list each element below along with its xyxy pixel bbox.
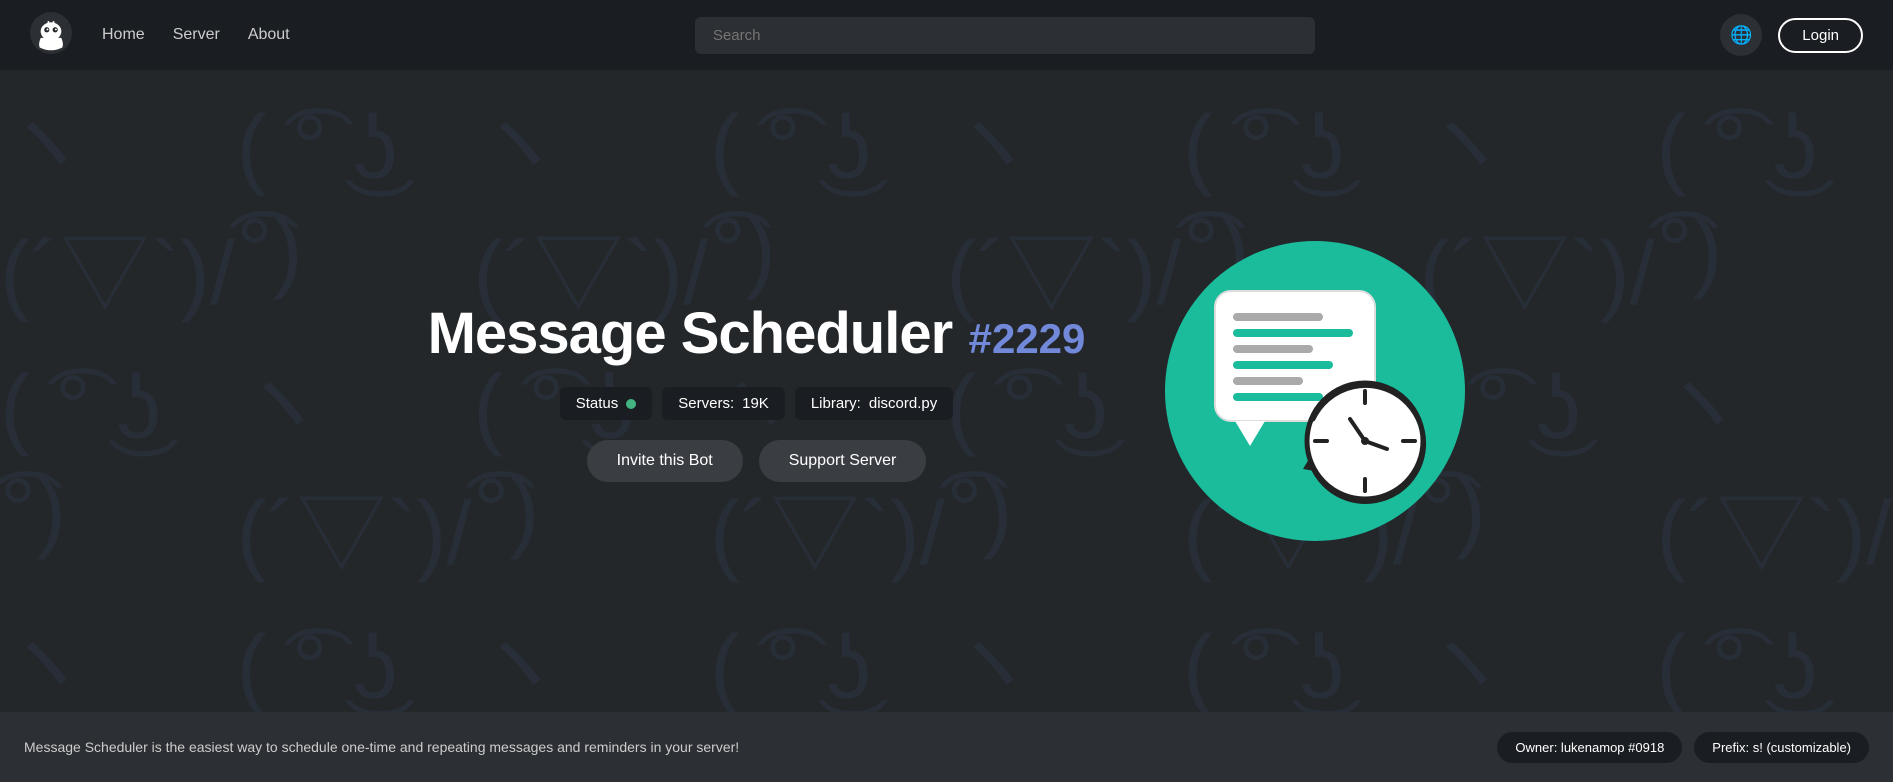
bot-text: Message Scheduler #2229 Status Servers: … (428, 300, 1086, 482)
servers-label: Servers: (678, 395, 734, 412)
nav-links: Home Server About (102, 26, 290, 44)
search-input[interactable] (695, 17, 1315, 54)
footer-badges: Owner: lukenamop #0918 Prefix: s! (custo… (1497, 732, 1869, 763)
navbar: Home Server About 🌐 Login (0, 0, 1893, 70)
bot-info: Message Scheduler #2229 Status Servers: … (428, 241, 1466, 541)
servers-value: 19K (742, 395, 769, 412)
status-dot-online (626, 399, 636, 409)
footer-description: Message Scheduler is the easiest way to … (24, 739, 1481, 755)
bot-name: Message Scheduler (428, 301, 953, 366)
nav-home[interactable]: Home (102, 26, 145, 44)
bot-icon-wrapper (1165, 241, 1465, 541)
invite-bot-button[interactable]: Invite this Bot (587, 440, 743, 482)
bot-title-row: Message Scheduler #2229 (428, 300, 1086, 367)
search-container (320, 17, 1691, 54)
translate-icon: 🌐 (1730, 25, 1752, 46)
prefix-badge: Prefix: s! (customizable) (1694, 732, 1869, 763)
status-label: Status (576, 395, 619, 412)
nav-right: 🌐 Login (1720, 14, 1863, 56)
library-value: discord.py (869, 395, 937, 412)
servers-badge: Servers: 19K (662, 387, 785, 420)
main-content: Message Scheduler #2229 Status Servers: … (0, 70, 1893, 712)
nav-about[interactable]: About (248, 26, 290, 44)
login-button[interactable]: Login (1778, 18, 1863, 53)
bot-badges: Status Servers: 19K Library: discord.py (560, 387, 954, 420)
nav-server[interactable]: Server (173, 26, 220, 44)
library-label: Library: (811, 395, 861, 412)
scheduler-icon (1195, 271, 1435, 511)
logo (30, 12, 72, 59)
translate-button[interactable]: 🌐 (1720, 14, 1762, 56)
library-badge: Library: discord.py (795, 387, 953, 420)
support-server-button[interactable]: Support Server (759, 440, 927, 482)
bot-number: #2229 (969, 315, 1086, 362)
footer-bar: Message Scheduler is the easiest way to … (0, 712, 1893, 782)
status-badge: Status (560, 387, 653, 420)
bot-actions: Invite this Bot Support Server (587, 440, 927, 482)
owner-badge: Owner: lukenamop #0918 (1497, 732, 1682, 763)
